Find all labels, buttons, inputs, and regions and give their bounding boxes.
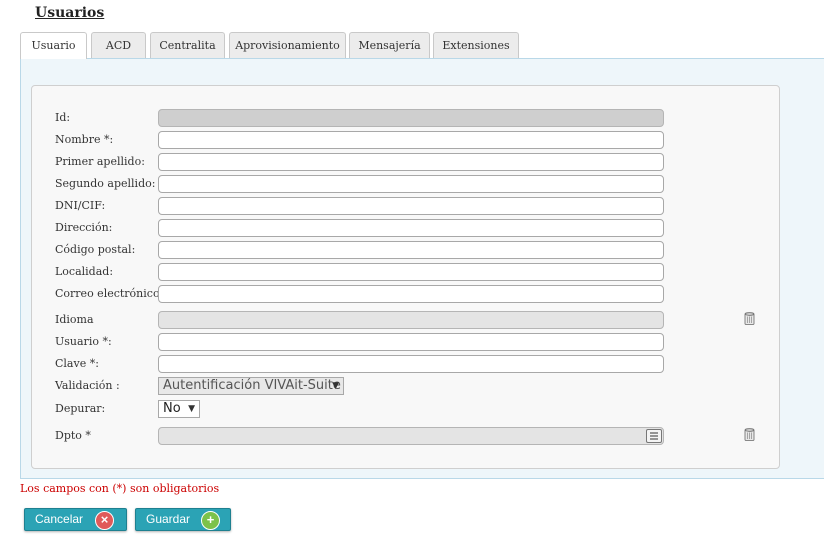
usuario-label: Usuario *: — [55, 335, 112, 348]
validacion-label: Validación : — [55, 379, 120, 392]
direccion-field[interactable] — [158, 219, 664, 237]
localidad-field[interactable] — [158, 263, 664, 281]
depurar-select[interactable]: No ▼ — [158, 400, 200, 418]
idioma-label: Idioma — [55, 313, 94, 326]
codigo-postal-field[interactable] — [158, 241, 664, 259]
nombre-label: Nombre *: — [55, 133, 114, 146]
cancel-button[interactable]: Cancelar × — [24, 508, 127, 531]
tab-extensiones[interactable]: Extensiones — [433, 32, 519, 58]
dpto-field[interactable] — [158, 427, 664, 445]
primer-apellido-field[interactable] — [158, 153, 664, 171]
depurar-label: Depurar: — [55, 402, 106, 415]
clave-field[interactable] — [158, 355, 664, 373]
correo-field[interactable] — [158, 285, 664, 303]
primer-apellido-label: Primer apellido: — [55, 155, 145, 168]
trash-icon[interactable] — [744, 312, 755, 325]
idioma-field[interactable] — [158, 311, 664, 329]
dni-field[interactable] — [158, 197, 664, 215]
tab-usuario[interactable]: Usuario — [20, 32, 87, 59]
segundo-apellido-field[interactable] — [158, 175, 664, 193]
tab-mensajeria[interactable]: Mensajería — [349, 32, 430, 58]
nombre-field[interactable] — [158, 131, 664, 149]
dni-label: DNI/CIF: — [55, 199, 106, 212]
id-label: Id: — [55, 111, 71, 124]
validacion-select[interactable]: Autentificación VIVAit-Suite ▼ — [158, 377, 344, 395]
dpto-label: Dpto * — [55, 429, 91, 442]
trash-icon[interactable] — [744, 428, 755, 441]
tab-acd[interactable]: ACD — [91, 32, 146, 58]
save-button-label: Guardar — [146, 512, 191, 526]
direccion-label: Dirección: — [55, 221, 113, 234]
localidad-label: Localidad: — [55, 265, 114, 278]
depurar-value: No — [163, 401, 181, 416]
tab-centralita[interactable]: Centralita — [150, 32, 225, 58]
close-icon: × — [95, 511, 114, 530]
chevron-down-icon: ▼ — [332, 381, 339, 391]
usuario-field[interactable] — [158, 333, 664, 351]
chevron-down-icon: ▼ — [188, 404, 195, 414]
clave-label: Clave *: — [55, 357, 99, 370]
cancel-button-label: Cancelar — [35, 512, 84, 526]
segundo-apellido-label: Segundo apellido: — [55, 177, 156, 190]
page-title: Usuarios — [35, 5, 105, 21]
id-field — [158, 109, 664, 127]
tab-aprovisionamiento[interactable]: Aprovisionamiento — [229, 32, 346, 58]
validacion-value: Autentificación VIVAit-Suite — [163, 378, 341, 393]
list-icon[interactable] — [646, 429, 662, 443]
correo-label: Correo electrónico: — [55, 287, 164, 300]
required-fields-note: Los campos con (*) son obligatorios — [20, 482, 220, 495]
codigo-postal-label: Código postal: — [55, 243, 136, 256]
plus-icon: + — [201, 511, 220, 530]
save-button[interactable]: Guardar + — [135, 508, 231, 531]
